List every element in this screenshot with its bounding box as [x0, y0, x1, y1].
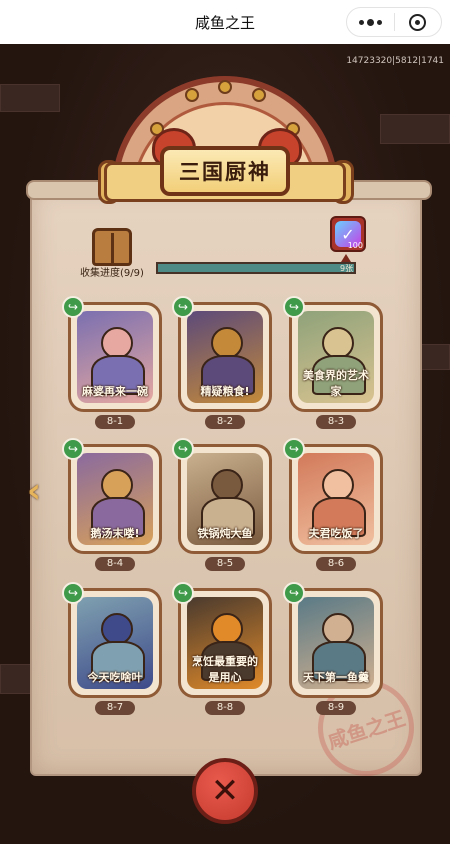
card-illustration: 鹅汤末喽! [77, 453, 153, 545]
window-title: 咸鱼之王 [194, 13, 255, 32]
collection-card[interactable]: ↪ 精疑粮食! 8-2 [172, 296, 272, 430]
card-number: 8-4 [95, 557, 135, 571]
collection-card[interactable]: ↪ 鹅汤末喽! 8-4 [62, 438, 162, 572]
progress-goal-label: 9张 [340, 264, 354, 273]
card-caption: 麻婆再来一碗 [82, 385, 148, 398]
collection-card[interactable]: ↪ 美食界的艺术家 8-3 [283, 296, 383, 430]
card-number: 8-5 [205, 557, 245, 571]
share-icon[interactable]: ↪ [172, 582, 194, 604]
collection-card[interactable]: ↪ 夫君吃饭了 8-6 [283, 438, 383, 572]
card-number: 8-9 [316, 701, 356, 715]
card-frame: 铁锅炖大鱼 [178, 444, 272, 554]
collection-card[interactable]: ↪ 烹饪最重要的是用心 8-8 [172, 582, 272, 716]
share-icon[interactable]: ↪ [62, 438, 84, 460]
page-title: 三国厨神 [179, 160, 271, 184]
collection-card[interactable]: ↪ 今天吃啥叶 8-7 [62, 582, 162, 716]
card-caption: 夫君吃饭了 [308, 527, 364, 540]
card-illustration: 铁锅炖大鱼 [187, 453, 263, 545]
progress-bar [156, 262, 356, 274]
card-frame: 今天吃啥叶 [68, 588, 162, 698]
collection-card[interactable]: ↪ 铁锅炖大鱼 8-5 [172, 438, 272, 572]
card-caption: 精疑粮食! [200, 385, 250, 398]
reward-count: 100 [347, 241, 363, 250]
close-button[interactable]: ✕ [192, 758, 258, 824]
card-caption: 烹饪最重要的是用心 [192, 655, 258, 684]
share-icon[interactable]: ↪ [283, 438, 305, 460]
card-number: 8-1 [95, 415, 135, 429]
progress-marker-icon [341, 254, 351, 262]
share-icon[interactable]: ↪ [172, 438, 194, 460]
card-illustration: 天下第一鱼羹 [298, 597, 374, 689]
card-number: 8-3 [316, 415, 356, 429]
card-caption: 铁锅炖大鱼 [197, 527, 253, 540]
progress-label: 收集进度(9/9) [80, 268, 144, 279]
close-icon: ✕ [210, 771, 240, 811]
mini-program-navbar: 咸鱼之王 [0, 0, 450, 44]
card-illustration: 烹饪最重要的是用心 [187, 597, 263, 689]
more-button[interactable] [347, 8, 394, 36]
share-icon[interactable]: ↪ [62, 582, 84, 604]
share-icon[interactable]: ↪ [283, 582, 305, 604]
card-frame: 鹅汤末喽! [68, 444, 162, 554]
card-number: 8-6 [316, 557, 356, 571]
card-illustration: 麻婆再来一碗 [77, 311, 153, 403]
card-illustration: 夫君吃饭了 [298, 453, 374, 545]
collection-card[interactable]: ↪ 天下第一鱼羹 8-9 [283, 582, 383, 716]
book-icon [92, 228, 132, 266]
progress-fill [158, 264, 354, 272]
game-canvas: 14723320|5812|1741 咸鱼之王 三国厨神 收集进度(9/9) 9… [0, 44, 450, 844]
card-frame: 麻婆再来一碗 [68, 302, 162, 412]
target-icon [409, 13, 427, 31]
reward-chest[interactable]: ✓ 100 [330, 216, 366, 252]
card-number: 8-2 [205, 415, 245, 429]
card-frame: 美食界的艺术家 [289, 302, 383, 412]
prev-page-arrow-icon[interactable]: ‹ [27, 474, 53, 508]
card-illustration: 美食界的艺术家 [298, 311, 374, 403]
share-icon[interactable]: ↪ [62, 296, 84, 318]
card-frame: 精疑粮食! [178, 302, 272, 412]
page-title-banner: 三国厨神 [160, 146, 290, 196]
collection-card[interactable]: ↪ 麻婆再来一碗 8-1 [62, 296, 162, 430]
card-caption: 美食界的艺术家 [303, 369, 369, 398]
card-caption: 鹅汤末喽! [90, 527, 140, 540]
debug-info: 14723320|5812|1741 [346, 56, 444, 66]
card-frame: 夫君吃饭了 [289, 444, 383, 554]
card-caption: 今天吃啥叶 [87, 671, 143, 684]
card-number: 8-8 [205, 701, 245, 715]
share-icon[interactable]: ↪ [283, 296, 305, 318]
share-icon[interactable]: ↪ [172, 296, 194, 318]
card-number: 8-7 [95, 701, 135, 715]
card-frame: 天下第一鱼羹 [289, 588, 383, 698]
more-icon [358, 18, 382, 26]
card-caption: 天下第一鱼羹 [303, 671, 369, 684]
card-illustration: 精疑粮食! [187, 311, 263, 403]
card-frame: 烹饪最重要的是用心 [178, 588, 272, 698]
exit-button[interactable] [395, 8, 442, 36]
capsule-menu [346, 7, 442, 37]
card-illustration: 今天吃啥叶 [77, 597, 153, 689]
